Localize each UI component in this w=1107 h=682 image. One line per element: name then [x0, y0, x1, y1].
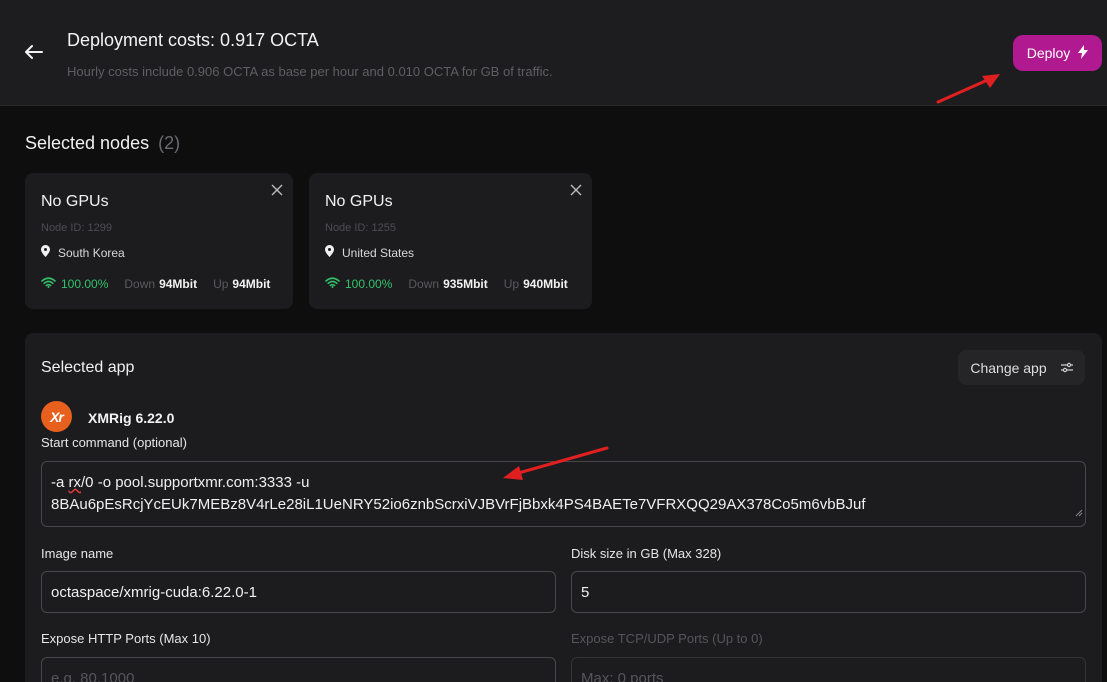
uptime-value: 100.00% [61, 277, 109, 291]
disk-size-label: Disk size in GB (Max 328) [571, 546, 722, 561]
node-location: United States [325, 245, 414, 260]
node-card: No GPUs Node ID: 1255 United States 100.… [309, 173, 592, 309]
start-command-line-1: -a rx/0 -o pool.supportxmr.com:3333 -u [51, 472, 1076, 494]
up-value: 940Mbit [523, 277, 568, 291]
deployment-costs-subtitle: Hourly costs include 0.906 OCTA as base … [67, 64, 553, 79]
deployment-header: Deployment costs: 0.917 OCTA Hourly cost… [0, 0, 1107, 106]
selected-nodes-count: (2) [158, 133, 181, 153]
http-ports-input[interactable]: e.g. 80,1000 [41, 657, 556, 682]
deployment-costs-title: Deployment costs: 0.917 OCTA [67, 30, 319, 50]
selected-app-panel: Selected app Change app Xr XMRig 6.22.0 … [25, 333, 1102, 682]
xmrig-logo-icon: Xr [41, 401, 72, 432]
start-command-line-1c: /0 -o pool.supportxmr.com:3333 -u [81, 474, 310, 491]
deploy-button[interactable]: Deploy [1013, 35, 1102, 71]
image-name-input[interactable]: octaspace/xmrig-cuda:6.22.0-1 [41, 571, 556, 613]
start-command-textarea[interactable]: -a rx/0 -o pool.supportxmr.com:3333 -u 8… [41, 461, 1086, 527]
selected-nodes-title: Selected nodes [25, 133, 150, 153]
node-stats: 100.00% Down 94Mbit Up 94Mbit [41, 277, 286, 291]
node-card: No GPUs Node ID: 1299 South Korea 100.00… [25, 173, 293, 309]
location-label: South Korea [58, 245, 125, 260]
up-label: Up [503, 277, 520, 291]
start-command-line-2: 8BAu6pEsRcjYcEUk7MEBz8V4rLe28iL1UeNRY52i… [51, 496, 866, 513]
location-pin-icon [41, 245, 50, 260]
uptime-value: 100.00% [345, 277, 393, 291]
tcp-udp-ports-input: Max: 0 ports [571, 657, 1086, 682]
close-icon[interactable] [271, 183, 283, 196]
node-name: No GPUs [325, 193, 393, 210]
lightning-icon [1078, 44, 1089, 62]
node-id: Node ID: 1255 [325, 222, 396, 234]
start-command-line-1b: rx [68, 474, 82, 491]
uptime: 100.00% [41, 277, 108, 291]
disk-size-input[interactable]: 5 [571, 571, 1086, 613]
back-arrow-icon[interactable] [22, 40, 46, 64]
change-app-label: Change app [970, 359, 1047, 376]
down-value: 94Mbit [159, 277, 198, 291]
sliders-icon [1060, 360, 1073, 376]
selected-nodes-heading: Selected nodes (2) [25, 133, 180, 154]
up-value: 94Mbit [232, 277, 271, 291]
image-name-label: Image name [41, 546, 114, 561]
up-label: Up [213, 277, 229, 291]
location-label: United States [342, 245, 415, 260]
node-stats: 100.00% Down 935Mbit Up 940Mbit [325, 277, 584, 291]
uptime: 100.00% [325, 277, 392, 291]
http-ports-label: Expose HTTP Ports (Max 10) [41, 631, 211, 646]
node-name: No GPUs [41, 193, 109, 210]
deploy-button-label: Deploy [1026, 45, 1071, 61]
close-icon[interactable] [570, 183, 582, 196]
node-location: South Korea [41, 245, 125, 260]
app-name: XMRig 6.22.0 [88, 410, 175, 426]
wifi-icon [41, 277, 56, 291]
resize-grip-icon[interactable] [1075, 502, 1083, 524]
node-id: Node ID: 1299 [41, 222, 112, 234]
wifi-icon [325, 277, 340, 291]
selected-app-title: Selected app [41, 359, 135, 376]
down-label: Down [408, 277, 440, 291]
start-command-label: Start command (optional) [41, 435, 187, 450]
tcp-udp-ports-label: Expose TCP/UDP Ports (Up to 0) [571, 631, 763, 646]
start-command-line-1a: -a [51, 474, 69, 491]
down-label: Down [124, 277, 156, 291]
change-app-button[interactable]: Change app [958, 350, 1085, 385]
down-value: 935Mbit [443, 277, 488, 291]
location-pin-icon [325, 245, 334, 260]
